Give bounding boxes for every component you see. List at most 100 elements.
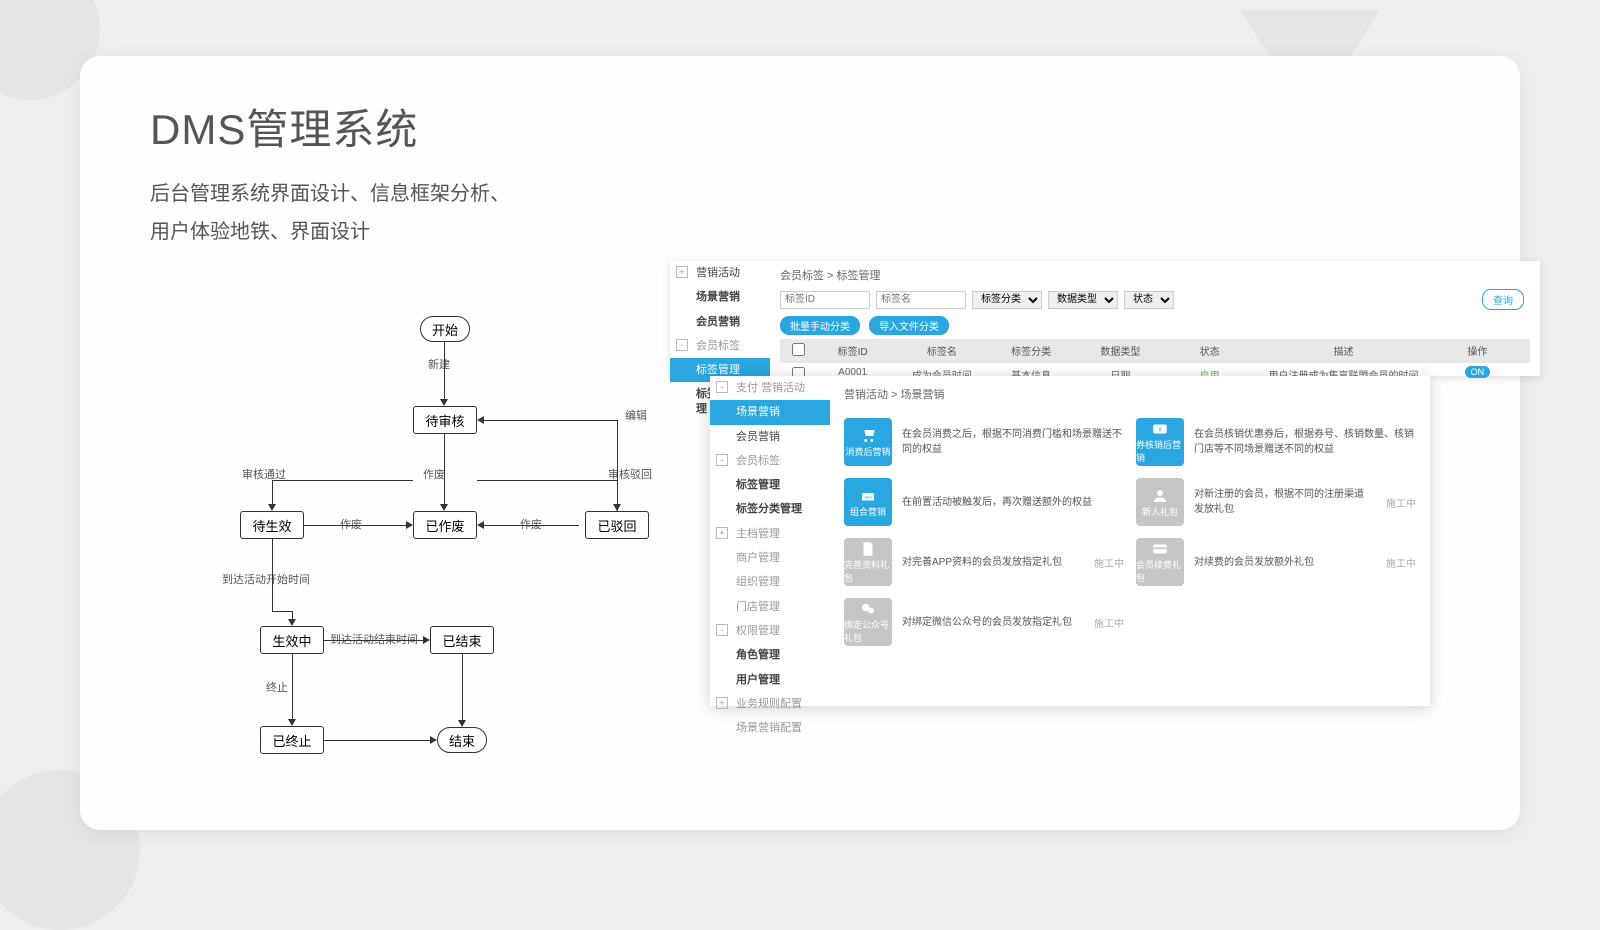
card-combo-desc: 在前置活动被触发后，再次赠送额外的权益: [902, 495, 1124, 510]
page-subtitle: 后台管理系统界面设计、信息框架分析、 用户体验地铁、界面设计: [150, 175, 1450, 251]
th-type: 数据类型: [1076, 343, 1165, 359]
filter-tag-id[interactable]: [780, 291, 870, 309]
side2-auth[interactable]: -权限管理: [710, 619, 830, 643]
table-header: 标签ID 标签名 标签分类 数据类型 状态 描述 操作: [780, 339, 1530, 363]
card-renew-desc: 对续费的会员发放额外礼包: [1194, 555, 1370, 570]
filter-tag-cat[interactable]: 标签分类: [972, 291, 1042, 309]
breadcrumb-2: 营销活动 > 场景营销: [844, 386, 1416, 402]
node-terminated: 已终止: [260, 726, 324, 754]
sale-icon: SALE组合营销: [844, 478, 892, 526]
lbl-edit: 编辑: [625, 407, 647, 423]
action-buttons: 批量手动分类 导入文件分类: [780, 316, 1530, 335]
node-pending-review: 待审核: [413, 406, 477, 434]
side2-member[interactable]: 会员营销: [710, 425, 830, 449]
collapse-icon[interactable]: -: [716, 624, 728, 636]
side1-marketing[interactable]: +营销活动: [670, 261, 770, 285]
tag-wip: 施工中: [1094, 555, 1124, 570]
card-coupon[interactable]: ¥券核销后营销 在会员核销优惠券后，根据券号、核销数量、核销门店等不同场景赠送不…: [1136, 418, 1416, 466]
app-tag-management: +营销活动 场景营销 会员营销 -会员标签 标签管理 标签分类管理 会员标签 >…: [670, 261, 1540, 376]
lbl-reach-end: 到达活动结束时间: [330, 631, 418, 647]
card-consume[interactable]: 消费后营销 在会员消费之后，根据不同消费门槛和场景赠送不同的权益: [844, 418, 1124, 466]
side2-tag-cat[interactable]: 标签分类管理: [710, 497, 830, 521]
side2-pay[interactable]: -支付 营销活动: [710, 376, 830, 400]
expand-icon[interactable]: +: [716, 527, 728, 539]
card-combo[interactable]: SALE组合营销 在前置活动被触发后，再次赠送额外的权益: [844, 478, 1124, 526]
import-file-button[interactable]: 导入文件分类: [869, 316, 949, 335]
tag-wip: 施工中: [1386, 555, 1416, 570]
node-start: 开始: [420, 316, 470, 342]
lbl-new: 新建: [428, 356, 450, 372]
coupon-icon: ¥券核销后营销: [1136, 418, 1184, 466]
lbl-void1: 作废: [423, 466, 445, 482]
side2-member-tag[interactable]: -会员标签: [710, 449, 830, 473]
side2-org[interactable]: 组织管理: [710, 570, 830, 594]
app-scene-marketing: -支付 营销活动 场景营销 会员营销 -会员标签 标签管理 标签分类管理 +主档…: [710, 376, 1430, 706]
filter-data-type[interactable]: 数据类型: [1048, 291, 1118, 309]
content-1: 会员标签 > 标签管理 标签分类 数据类型 状态 查询 批量手动分类 导入文件分…: [770, 261, 1540, 393]
side2-scene-config[interactable]: 场景营销配置: [710, 716, 830, 740]
card-wechat-desc: 对绑定微信公众号的会员发放指定礼包: [902, 615, 1078, 630]
side1-member-tag[interactable]: -会员标签: [670, 334, 770, 358]
svg-text:¥: ¥: [1159, 427, 1162, 433]
wechat-icon: 绑定公众号礼包: [844, 598, 892, 646]
card-newuser-desc: 对新注册的会员，根据不同的注册渠道发放礼包: [1194, 487, 1370, 517]
card-profile[interactable]: 完善资料礼包 对完善APP资料的会员发放指定礼包 施工中: [844, 538, 1124, 586]
side1-member[interactable]: 会员营销: [670, 310, 770, 334]
filter-tag-name[interactable]: [876, 291, 966, 309]
card-renew[interactable]: 会员续费礼包 对续费的会员发放额外礼包 施工中: [1136, 538, 1416, 586]
node-rejected: 已驳回: [585, 511, 649, 539]
tag-wip: 施工中: [1386, 495, 1416, 510]
th-id: 标签ID: [808, 343, 897, 359]
card-icon-2: 会员续费礼包: [1136, 538, 1184, 586]
card-wechat[interactable]: 绑定公众号礼包 对绑定微信公众号的会员发放指定礼包 施工中: [844, 598, 1124, 646]
subtitle-line-1: 后台管理系统界面设计、信息框架分析、: [150, 175, 1450, 213]
side1-scene[interactable]: 场景营销: [670, 285, 770, 309]
sidebar-2: -支付 营销活动 场景营销 会员营销 -会员标签 标签管理 标签分类管理 +主档…: [710, 376, 830, 740]
toggle-on[interactable]: ON: [1465, 366, 1491, 378]
card-newuser[interactable]: 新人礼包 对新注册的会员，根据不同的注册渠道发放礼包 施工中: [1136, 478, 1416, 526]
subtitle-line-2: 用户体验地铁、界面设计: [150, 213, 1450, 251]
side2-user[interactable]: 用户管理: [710, 668, 830, 692]
card-consume-desc: 在会员消费之后，根据不同消费门槛和场景赠送不同的权益: [902, 427, 1124, 457]
query-button[interactable]: 查询: [1482, 289, 1524, 310]
side2-bizrule[interactable]: +业务规则配置: [710, 692, 830, 716]
node-end: 结束: [437, 727, 487, 753]
node-voided: 已作废: [413, 511, 477, 539]
collapse-icon[interactable]: -: [676, 339, 688, 351]
expand-icon[interactable]: +: [716, 697, 728, 709]
node-active: 生效中: [260, 626, 324, 654]
collapse-icon[interactable]: -: [716, 454, 728, 466]
lbl-void-b: 作废: [520, 516, 542, 532]
svg-text:SALE: SALE: [863, 495, 873, 499]
batch-classify-button[interactable]: 批量手动分类: [780, 316, 860, 335]
flowchart: 开始 待审核 待生效 已作废 已驳回 生效中 已结束 已终止 结束 新建 编辑 …: [230, 316, 710, 816]
side2-store[interactable]: 门店管理: [710, 595, 830, 619]
presentation-card: DMS管理系统 后台管理系统界面设计、信息框架分析、 用户体验地铁、界面设计 开…: [80, 56, 1520, 830]
node-pending-effect: 待生效: [240, 511, 304, 539]
cart-icon: 消费后营销: [844, 418, 892, 466]
select-all-checkbox[interactable]: [792, 343, 805, 356]
th-cat: 标签分类: [987, 343, 1076, 359]
side2-scene[interactable]: 场景营销: [710, 400, 830, 424]
doc-icon: 完善资料礼包: [844, 538, 892, 586]
side2-archive[interactable]: +主档管理: [710, 522, 830, 546]
lbl-stop: 终止: [266, 679, 288, 695]
th-desc: 描述: [1254, 343, 1433, 359]
th-name: 标签名: [897, 343, 986, 359]
side2-merchant[interactable]: 商户管理: [710, 546, 830, 570]
breadcrumb-1: 会员标签 > 标签管理: [780, 267, 1530, 283]
collapse-icon[interactable]: -: [716, 381, 728, 393]
lbl-void-a: 作废: [340, 516, 362, 532]
tag-wip: 施工中: [1094, 615, 1124, 630]
side2-role[interactable]: 角色管理: [710, 643, 830, 667]
th-ops: 操作: [1433, 343, 1522, 359]
side2-tag-manage[interactable]: 标签管理: [710, 473, 830, 497]
filter-bar: 标签分类 数据类型 状态 查询: [780, 289, 1530, 310]
content-2: 营销活动 > 场景营销 消费后营销 在会员消费之后，根据不同消费门槛和场景赠送不…: [830, 376, 1430, 656]
scene-grid: 消费后营销 在会员消费之后，根据不同消费门槛和场景赠送不同的权益 ¥券核销后营销…: [844, 418, 1416, 646]
expand-icon[interactable]: +: [676, 266, 688, 278]
filter-status[interactable]: 状态: [1124, 291, 1174, 309]
node-ended: 已结束: [430, 626, 494, 654]
lbl-reach-start: 到达活动开始时间: [222, 571, 310, 587]
page-title: DMS管理系统: [150, 96, 1450, 157]
